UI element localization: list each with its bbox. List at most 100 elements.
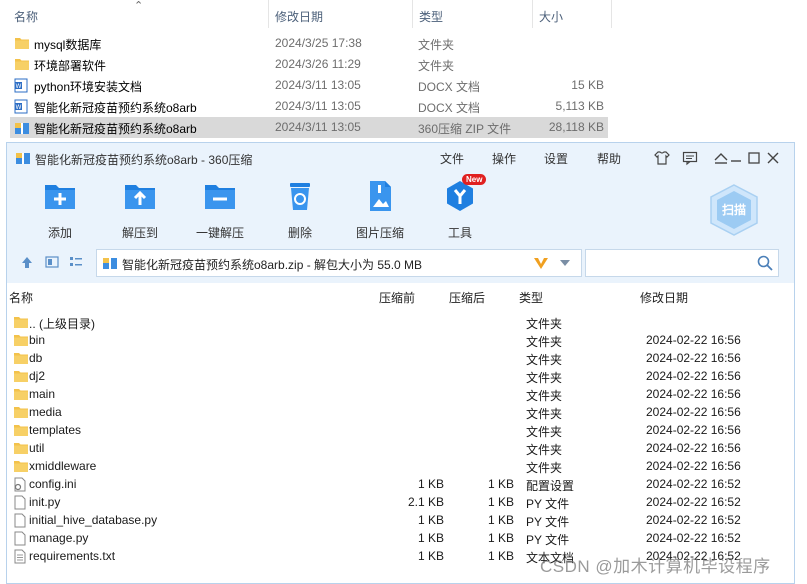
archive-row-name: xmiddleware xyxy=(29,459,97,473)
folder-icon xyxy=(13,315,29,332)
add-button[interactable]: 添加 xyxy=(25,179,95,241)
archive-row-before: 1 KB xyxy=(417,513,444,527)
explorer-row-type: 文件夹 xyxy=(418,38,455,52)
delete-button[interactable]: 删除 xyxy=(265,179,335,241)
list-col-date[interactable]: 修改日期 xyxy=(640,289,688,306)
one-click-extract-label: 一键解压 xyxy=(195,226,244,240)
column-size[interactable]: 大小 xyxy=(539,8,563,25)
archive-row-name: main xyxy=(29,387,56,401)
sort-up-icon: ⌃ xyxy=(134,0,144,12)
column-divider xyxy=(532,0,533,28)
extract-to-button[interactable]: 解压到 xyxy=(105,179,175,241)
new-badge: New xyxy=(462,174,487,185)
explorer-row[interactable]: 智能化新冠疫苗预约系统o8arb 2024/3/11 13:05 360压缩 ZIP… xyxy=(10,117,608,138)
explorer-row[interactable]: W 智能化新冠疫苗预约系统o8arb 2024/3/11 13:05 DOCX 文档 5… xyxy=(10,96,608,117)
archive-row[interactable]: media 文件夹 2024-02-22 16:56 xyxy=(7,403,794,421)
explorer-row-name: 智能化新冠疫苗预约系统o8arb xyxy=(34,122,197,136)
address-field[interactable]: 智能化新冠疫苗预约系统o8arb.zip - 解包大小为 55.0 MB xyxy=(96,249,582,277)
archive-row[interactable]: initial_hive_database.py 1 KB 1 KB PY 文件 202… xyxy=(7,511,794,529)
archive-row[interactable]: config.ini 1 KB 1 KB 配置设置 2024-02-22 16:52 xyxy=(7,475,794,493)
archive-row-type: PY 文件 xyxy=(526,497,570,511)
maximize-icon[interactable] xyxy=(747,151,761,165)
explorer-row[interactable]: 环境部署软件 2024/3/26 11:29 文件夹 xyxy=(10,54,608,75)
menu-file[interactable]: 文件 xyxy=(440,150,464,167)
word-icon: W xyxy=(14,78,28,96)
list-col-name[interactable]: 名称 xyxy=(9,289,33,306)
chevron-down-icon[interactable] xyxy=(559,259,571,267)
view-mode-icon[interactable] xyxy=(45,255,59,269)
list-col-type[interactable]: 类型 xyxy=(519,289,543,306)
extract-to-icon xyxy=(125,185,155,209)
explorer-row[interactable]: mysql数据库 2024/3/25 17:38 文件夹 xyxy=(10,33,608,54)
one-click-extract-button[interactable]: 一键解压 xyxy=(185,179,255,241)
explorer-row-name: 环境部署软件 xyxy=(34,59,107,73)
archive-row-name: db xyxy=(29,351,43,365)
archive-row[interactable]: db 文件夹 2024-02-22 16:56 xyxy=(7,349,794,367)
folder-icon xyxy=(13,333,29,350)
delete-label: 删除 xyxy=(287,226,312,240)
menu-operate[interactable]: 操作 xyxy=(492,150,516,167)
column-type[interactable]: 类型 xyxy=(419,8,443,25)
archive-row-before: 1 KB xyxy=(417,549,444,563)
archive-row[interactable]: init.py 2.1 KB 1 KB PY 文件 2024-02-22 16:52 xyxy=(7,493,794,511)
skin-icon[interactable] xyxy=(654,150,670,166)
up-arrow-icon[interactable] xyxy=(20,255,34,269)
feedback-icon[interactable] xyxy=(682,150,698,166)
explorer-row-size: 15 KB xyxy=(571,78,604,92)
explorer-row-type: DOCX 文档 xyxy=(418,80,481,94)
archive-row[interactable]: bin 文件夹 2024-02-22 16:56 xyxy=(7,331,794,349)
archive-row-date: 2024-02-22 16:56 xyxy=(646,423,741,437)
title-bar[interactable]: 智能化新冠疫苗预约系统o8arb - 360压缩 文件 操作 设置 帮助 xyxy=(7,143,794,173)
minimize-icon[interactable] xyxy=(729,151,743,165)
archive-row[interactable]: manage.py 1 KB 1 KB PY 文件 2024-02-22 16:52 xyxy=(7,529,794,547)
mini-mode-icon[interactable] xyxy=(713,151,729,165)
archive-row-type: 文件夹 xyxy=(526,425,563,439)
archive-row-name: media xyxy=(29,405,62,419)
archive-row[interactable]: util 文件夹 2024-02-22 16:56 xyxy=(7,439,794,457)
explorer-row-name: python环境安装文档 xyxy=(34,80,143,94)
tools-button[interactable]: 工具 xyxy=(425,179,495,241)
close-icon[interactable] xyxy=(766,151,780,165)
list-view-icon[interactable] xyxy=(69,255,83,269)
archive-row[interactable]: xmiddleware 文件夹 2024-02-22 16:56 xyxy=(7,457,794,475)
image-compress-button[interactable]: 图片压缩 xyxy=(345,179,415,241)
explorer-row-name: 智能化新冠疫苗预约系统o8arb xyxy=(34,101,197,115)
add-label: 添加 xyxy=(47,226,72,240)
menu-settings[interactable]: 设置 xyxy=(544,150,568,167)
column-date[interactable]: 修改日期 xyxy=(275,8,323,25)
svg-text:W: W xyxy=(16,104,22,111)
archive-row-after: 1 KB xyxy=(487,513,514,527)
archive-row-type: 文件夹 xyxy=(526,461,563,475)
zip-icon xyxy=(14,120,30,138)
archive-row[interactable]: dj2 文件夹 2024-02-22 16:56 xyxy=(7,367,794,385)
explorer-row-type: 文件夹 xyxy=(418,59,455,73)
folder-icon xyxy=(13,351,29,368)
archive-row[interactable]: main 文件夹 2024-02-22 16:56 xyxy=(7,385,794,403)
archive-row-name: dj2 xyxy=(29,369,46,383)
explorer-row-date: 2024/3/25 17:38 xyxy=(275,36,362,50)
archive-row-date: 2024-02-22 16:56 xyxy=(646,441,741,455)
scan-button[interactable]: 扫描 xyxy=(707,183,761,237)
explorer-row[interactable]: Wpython环境安装文档 2024/3/11 13:05 DOCX 文档 15 KB xyxy=(10,75,608,96)
column-name[interactable]: 名称 xyxy=(14,8,38,25)
address-text: 智能化新冠疫苗预约系统o8arb.zip - 解包大小为 55.0 MB xyxy=(122,258,423,272)
archive-row-date: 2024-02-22 16:52 xyxy=(646,513,741,527)
vip-v-icon[interactable] xyxy=(533,256,549,270)
list-col-after[interactable]: 压缩后 xyxy=(449,289,485,306)
archive-row-name: config.ini xyxy=(29,477,77,491)
archive-row-after: 1 KB xyxy=(487,477,514,491)
archive-row-date: 2024-02-22 16:56 xyxy=(646,387,741,401)
explorer-row-date: 2024/3/26 11:29 xyxy=(275,57,361,71)
search-input[interactable] xyxy=(585,249,779,277)
image-compress-icon xyxy=(370,181,391,211)
column-divider xyxy=(611,0,612,28)
menu-help[interactable]: 帮助 xyxy=(597,150,621,167)
explorer-column-header: ⌃ 名称 修改日期 类型 大小 xyxy=(0,0,612,28)
list-col-before[interactable]: 压缩前 xyxy=(379,289,415,306)
archive-row[interactable]: templates 文件夹 2024-02-22 16:56 xyxy=(7,421,794,439)
archive-row-name: .. (上级目录) xyxy=(29,317,95,331)
archive-row[interactable]: .. (上级目录) 文件夹 xyxy=(7,313,794,331)
folder-icon xyxy=(13,423,29,440)
archive-row-date: 2024-02-22 16:56 xyxy=(646,333,741,347)
search-icon[interactable] xyxy=(757,255,773,271)
